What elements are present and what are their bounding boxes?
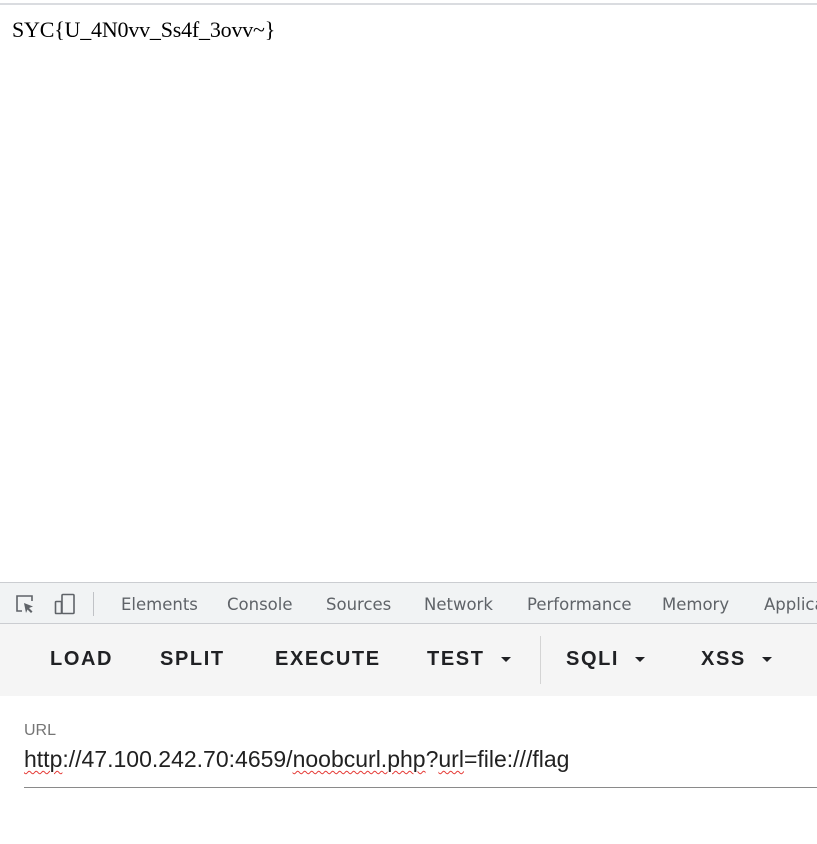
tab-sources[interactable]: Sources: [326, 595, 391, 614]
toolbar-divider: [540, 636, 541, 684]
url-part: noobcurl.php: [292, 746, 426, 772]
url-field[interactable]: http://47.100.242.70:4659/noobcurl.php?u…: [24, 742, 817, 788]
devtools-panel: Elements Console Sources Network Perform…: [0, 582, 817, 844]
tab-memory[interactable]: Memory: [662, 595, 729, 614]
page-content: SYC{U_4N0vv_Ss4f_3ovv~}: [0, 5, 817, 582]
test-dropdown[interactable]: TEST: [427, 648, 511, 671]
url-part: ://47.100.242.70:4659/: [62, 746, 293, 772]
url-part: url: [438, 746, 464, 772]
tab-elements[interactable]: Elements: [121, 595, 198, 614]
devtools-tabbar: Elements Console Sources Network Perform…: [0, 582, 817, 624]
execute-button[interactable]: EXECUTE: [275, 648, 381, 671]
inspect-element-icon[interactable]: [13, 592, 37, 616]
chevron-down-icon: [635, 657, 646, 662]
load-button[interactable]: LOAD: [50, 648, 113, 671]
tab-network[interactable]: Network: [424, 595, 493, 614]
url-part: ?: [425, 746, 439, 772]
url-section: URL http://47.100.242.70:4659/noobcurl.p…: [0, 696, 817, 844]
tab-console[interactable]: Console: [227, 595, 293, 614]
split-button[interactable]: SPLIT: [160, 648, 225, 671]
chevron-down-icon: [761, 657, 772, 662]
xss-dropdown[interactable]: XSS: [701, 648, 772, 671]
url-label: URL: [24, 722, 57, 739]
url-part: http: [24, 746, 63, 772]
xss-dropdown-label: XSS: [701, 648, 746, 670]
split-button-label: SPLIT: [160, 648, 225, 670]
test-dropdown-label: TEST: [427, 648, 485, 670]
devtools-separator: [93, 592, 94, 616]
load-button-label: LOAD: [50, 648, 114, 670]
hackbar-toolbar: LOAD SPLIT EXECUTE TEST SQLI XSS: [0, 624, 817, 696]
device-toolbar-icon[interactable]: [53, 592, 77, 616]
sqli-dropdown[interactable]: SQLI: [566, 648, 646, 671]
chevron-down-icon: [500, 657, 511, 662]
tab-application[interactable]: Applica: [764, 595, 817, 614]
tab-performance[interactable]: Performance: [527, 595, 632, 614]
sqli-dropdown-label: SQLI: [566, 648, 620, 670]
url-part: =file:///flag: [463, 746, 570, 772]
flag-text: SYC{U_4N0vv_Ss4f_3ovv~}: [12, 17, 276, 42]
execute-button-label: EXECUTE: [275, 648, 381, 670]
